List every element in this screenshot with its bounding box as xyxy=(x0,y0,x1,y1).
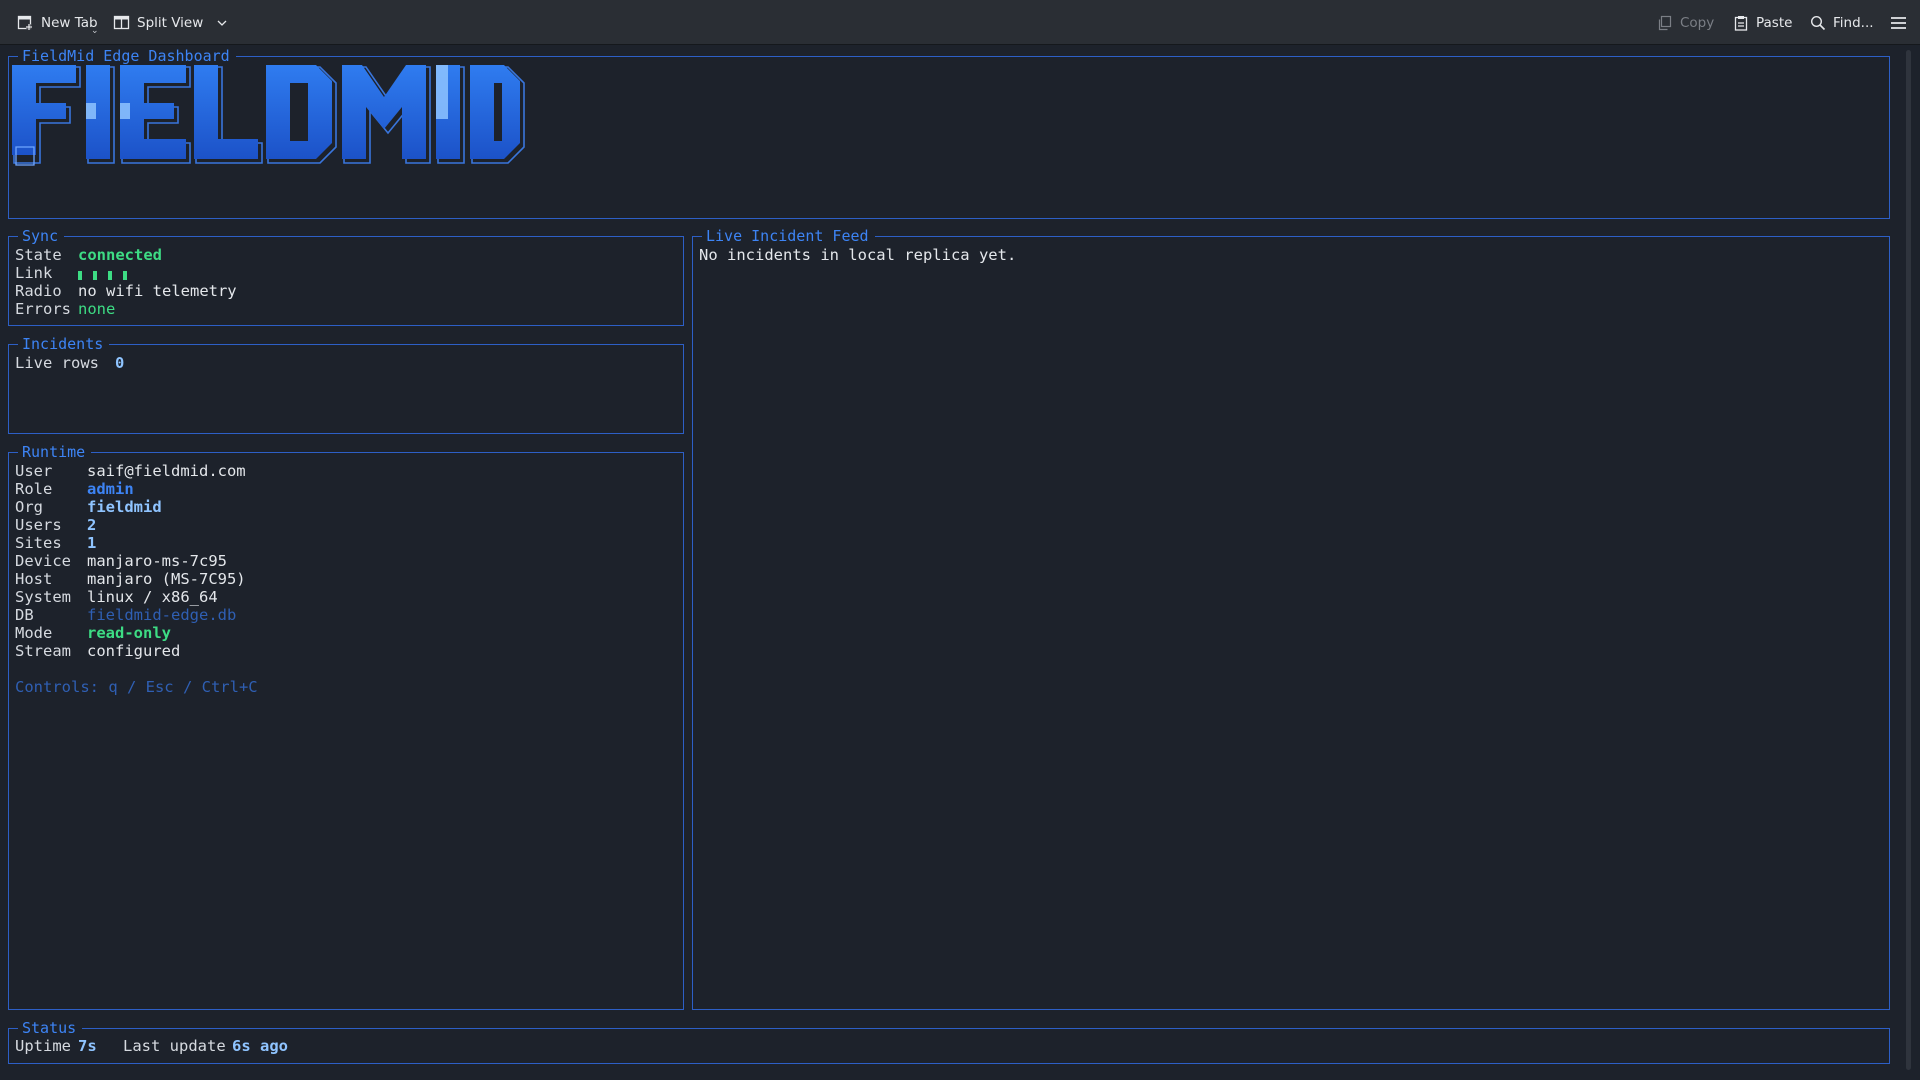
runtime-db-value: fieldmid-edge.db xyxy=(87,606,237,624)
paste-icon xyxy=(1733,15,1749,31)
runtime-role-value: admin xyxy=(87,480,134,498)
sync-radio-value: no wifi telemetry xyxy=(78,282,237,300)
last-update-label: Last update xyxy=(123,1037,226,1055)
status-panel: Status Uptime 7s Last update 6s ago xyxy=(8,1019,1890,1064)
uptime-value: 7s xyxy=(78,1037,97,1055)
runtime-user-value: saif@fieldmid.com xyxy=(87,462,246,480)
split-view-icon xyxy=(113,14,130,31)
controls-hint: Controls: q / Esc / Ctrl+C xyxy=(15,678,258,696)
sync-state-value: connected xyxy=(78,246,162,264)
runtime-role-label: Role xyxy=(15,480,53,498)
last-update-value: 6s ago xyxy=(232,1037,288,1055)
runtime-users-label: Users xyxy=(15,516,62,534)
new-tab-icon xyxy=(17,14,34,31)
link-strength-bars xyxy=(78,264,127,282)
new-tab-label: New Tab xyxy=(41,14,98,31)
paste-label: Paste xyxy=(1756,14,1793,31)
chevron-down-icon[interactable] xyxy=(216,17,228,29)
copy-icon xyxy=(1657,15,1673,31)
copy-label: Copy xyxy=(1680,14,1715,31)
scrollbar-thumb[interactable] xyxy=(1906,50,1911,1070)
sync-panel-title: Sync xyxy=(18,227,65,245)
live-rows-label: Live rows xyxy=(15,354,99,372)
hamburger-menu-icon[interactable] xyxy=(1890,0,1907,45)
link-bar xyxy=(123,270,127,280)
terminal-toolbar: New Tab ⌄ Split View Copy Paste Find... xyxy=(0,0,1920,45)
runtime-db-label: DB xyxy=(15,606,34,624)
fieldmid-logo xyxy=(10,63,530,173)
new-tab-button[interactable]: New Tab xyxy=(17,0,98,45)
runtime-panel-title: Runtime xyxy=(18,443,92,461)
split-view-label: Split View xyxy=(137,14,204,31)
runtime-org-value: fieldmid xyxy=(87,498,162,516)
live-rows-value: 0 xyxy=(115,354,125,372)
link-bar xyxy=(78,270,82,280)
runtime-host-label: Host xyxy=(15,570,53,588)
sync-link-label: Link xyxy=(15,264,53,282)
runtime-stream-value: configured xyxy=(87,642,181,660)
incident-feed-title: Live Incident Feed xyxy=(702,227,875,245)
sync-radio-label: Radio xyxy=(15,282,62,300)
find-label: Find... xyxy=(1833,14,1874,31)
runtime-panel: Runtime User saif@fieldmid.com Role admi… xyxy=(8,443,684,1010)
find-button[interactable]: Find... xyxy=(1810,0,1874,45)
sync-errors-label: Errors xyxy=(15,300,71,318)
runtime-sites-value: 1 xyxy=(87,534,97,552)
runtime-mode-label: Mode xyxy=(15,624,53,642)
incidents-panel-title: Incidents xyxy=(18,335,110,353)
runtime-system-value: linux / x86_64 xyxy=(87,588,218,606)
runtime-stream-label: Stream xyxy=(15,642,71,660)
incident-feed-panel: Live Incident Feed No incidents in local… xyxy=(692,227,1890,1010)
runtime-org-label: Org xyxy=(15,498,43,516)
incident-feed-empty-message: No incidents in local replica yet. xyxy=(699,246,1017,264)
sync-panel: Sync State connected Link Radio no wifi … xyxy=(8,227,684,326)
runtime-mode-value: read-only xyxy=(87,624,171,642)
sync-errors-value: none xyxy=(78,300,116,318)
runtime-sites-label: Sites xyxy=(15,534,62,552)
split-view-button[interactable]: Split View xyxy=(113,0,228,45)
runtime-users-value: 2 xyxy=(87,516,97,534)
link-bar xyxy=(93,270,97,280)
runtime-system-label: System xyxy=(15,588,71,606)
runtime-user-label: User xyxy=(15,462,53,480)
copy-button[interactable]: Copy xyxy=(1657,0,1714,45)
link-bar xyxy=(108,270,112,280)
sync-state-label: State xyxy=(15,246,62,264)
incidents-panel: Incidents Live rows 0 xyxy=(8,335,684,434)
uptime-label: Uptime xyxy=(15,1037,71,1055)
paste-button[interactable]: Paste xyxy=(1733,0,1792,45)
runtime-device-value: manjaro-ms-7c95 xyxy=(87,552,227,570)
runtime-device-label: Device xyxy=(15,552,71,570)
runtime-host-value: manjaro (MS-7C95) xyxy=(87,570,246,588)
search-icon xyxy=(1810,15,1826,31)
status-panel-title: Status xyxy=(18,1019,83,1037)
new-tab-menu-caret[interactable]: ⌄ xyxy=(91,26,99,36)
